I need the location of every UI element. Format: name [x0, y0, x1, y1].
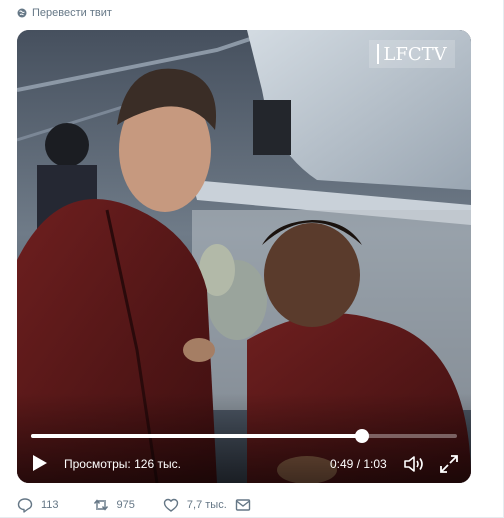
- reply-button[interactable]: 113: [17, 497, 59, 513]
- like-count: 7,7 тыс.: [186, 499, 227, 511]
- volume-icon[interactable]: [403, 454, 425, 474]
- video-time: 0:49 / 1:03: [330, 457, 387, 471]
- view-count: Просмотры: 126 тыс.: [64, 457, 181, 471]
- progress-fill: [31, 434, 363, 438]
- fullscreen-icon[interactable]: [439, 454, 459, 474]
- retweet-icon: [93, 499, 108, 511]
- globe-icon: [17, 8, 27, 18]
- reply-icon: [17, 498, 33, 513]
- reply-count: 113: [41, 499, 59, 511]
- message-button[interactable]: [235, 497, 251, 513]
- retweet-count: 975: [116, 499, 135, 511]
- translate-tweet-link[interactable]: Перевести твит: [17, 5, 112, 21]
- logo-bar: [377, 44, 380, 64]
- translate-label: Перевести твит: [32, 7, 112, 19]
- progress-bar[interactable]: [31, 429, 457, 443]
- video-player[interactable]: LFCTV Просмотры: 126 тыс. 0:49 / 1:03: [17, 30, 471, 483]
- heart-icon: [163, 498, 179, 512]
- tweet-actions: 113 975 7,7 тыс.: [17, 496, 251, 514]
- logo-text: LFCTV: [383, 43, 447, 65]
- lfctv-logo: LFCTV: [369, 40, 455, 68]
- play-icon[interactable]: [31, 454, 49, 472]
- like-button[interactable]: 7,7 тыс.: [163, 497, 227, 513]
- retweet-button[interactable]: 975: [93, 497, 135, 513]
- envelope-icon: [235, 499, 250, 511]
